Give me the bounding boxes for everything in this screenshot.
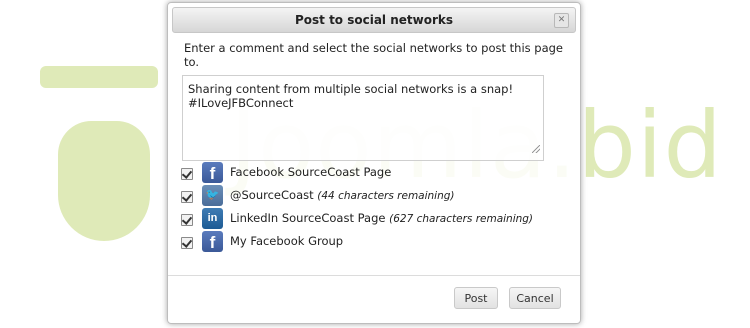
comment-input[interactable]: Sharing content from multiple social net… xyxy=(182,75,544,161)
network-label: LinkedIn SourceCoast Page (627 character… xyxy=(230,211,534,225)
network-row-twitter: 🐦 @SourceCoast (44 characters remaining) xyxy=(181,185,571,207)
close-icon[interactable]: ✕ xyxy=(554,13,569,28)
network-checkbox[interactable] xyxy=(181,191,193,203)
network-row-facebook-page: f Facebook SourceCoast Page xyxy=(181,162,571,184)
watermark-logo xyxy=(40,66,160,246)
resize-grip-icon[interactable] xyxy=(532,145,540,153)
network-row-facebook-group: f My Facebook Group xyxy=(181,231,571,253)
twitter-icon: 🐦 xyxy=(202,185,223,206)
facebook-icon: f xyxy=(202,231,223,252)
facebook-icon: f xyxy=(202,162,223,183)
footer-divider xyxy=(168,275,580,276)
network-label: My Facebook Group xyxy=(230,234,344,248)
cancel-button[interactable]: Cancel xyxy=(509,287,561,309)
network-checkbox[interactable] xyxy=(181,214,193,226)
network-note: (627 characters remaining) xyxy=(389,213,534,225)
post-dialog: Post to social networks ✕ Enter a commen… xyxy=(167,2,581,324)
network-checkbox[interactable] xyxy=(181,237,193,249)
dialog-titlebar: Post to social networks ✕ xyxy=(172,7,576,33)
dialog-title: Post to social networks xyxy=(294,13,454,27)
network-note: (44 characters remaining) xyxy=(317,190,455,202)
network-label: @SourceCoast (44 characters remaining) xyxy=(230,188,455,202)
dialog-instruction: Enter a comment and select the social ne… xyxy=(184,41,564,69)
network-label: Facebook SourceCoast Page xyxy=(230,165,392,179)
post-button[interactable]: Post xyxy=(454,287,498,309)
network-checkbox[interactable] xyxy=(181,168,193,180)
network-row-linkedin: in LinkedIn SourceCoast Page (627 charac… xyxy=(181,208,571,230)
linkedin-icon: in xyxy=(202,208,223,229)
